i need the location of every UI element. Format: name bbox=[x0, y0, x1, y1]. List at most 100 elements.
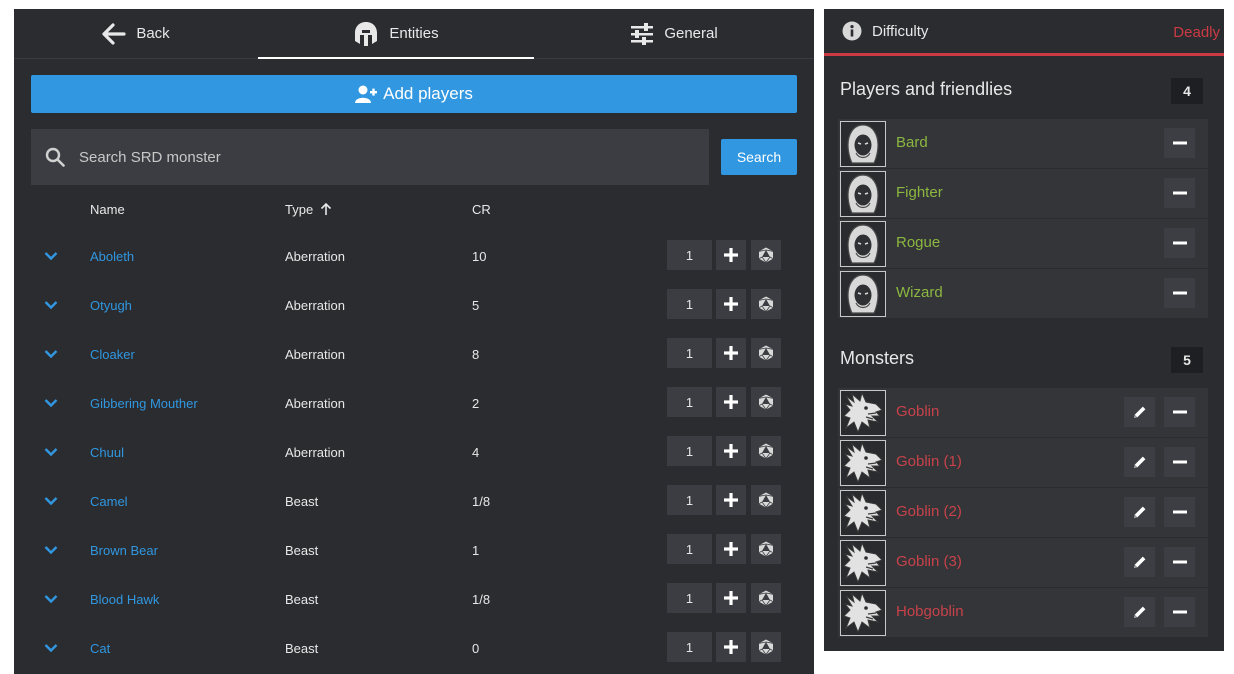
expand-row-button[interactable] bbox=[44, 591, 58, 609]
minus-icon bbox=[1172, 141, 1187, 145]
edit-monster-button[interactable] bbox=[1124, 397, 1155, 427]
monster-cr: 10 bbox=[472, 249, 487, 264]
remove-monster-button[interactable] bbox=[1164, 497, 1195, 527]
table-row: Cat Beast 0 1 bbox=[14, 626, 814, 674]
column-type-header[interactable]: Type bbox=[285, 202, 333, 217]
quantity-field[interactable]: 1 bbox=[667, 632, 712, 662]
quantity-field[interactable]: 1 bbox=[667, 338, 712, 368]
tab-general-label: General bbox=[664, 25, 718, 42]
quantity-field[interactable]: 1 bbox=[667, 436, 712, 466]
expand-row-button[interactable] bbox=[44, 444, 58, 462]
monster-type: Beast bbox=[285, 494, 319, 509]
player-avatar bbox=[840, 171, 886, 217]
remove-player-button[interactable] bbox=[1164, 228, 1195, 258]
roll-button[interactable] bbox=[751, 485, 781, 515]
quantity-field[interactable]: 1 bbox=[667, 240, 712, 270]
quantity-field[interactable]: 1 bbox=[667, 387, 712, 417]
edit-monster-button[interactable] bbox=[1124, 447, 1155, 477]
roll-button[interactable] bbox=[751, 240, 781, 270]
d20-icon bbox=[758, 492, 774, 508]
edit-monster-button[interactable] bbox=[1124, 597, 1155, 627]
column-name-label: Name bbox=[90, 202, 125, 217]
add-players-button[interactable]: Add players bbox=[31, 75, 797, 113]
expand-row-button[interactable] bbox=[44, 297, 58, 315]
encounter-panel: Difficulty Deadly Players and friendlies… bbox=[824, 9, 1224, 651]
roll-button[interactable] bbox=[751, 583, 781, 613]
plus-icon bbox=[724, 248, 738, 262]
expand-row-button[interactable] bbox=[44, 640, 58, 658]
entities-panel: Back Entities General Add players Search… bbox=[14, 9, 814, 674]
monster-name-link[interactable]: Blood Hawk bbox=[90, 592, 159, 607]
monster-name-link[interactable]: Camel bbox=[90, 494, 128, 509]
expand-row-button[interactable] bbox=[44, 493, 58, 511]
add-monster-button[interactable] bbox=[716, 289, 746, 319]
add-monster-button[interactable] bbox=[716, 338, 746, 368]
remove-monster-button[interactable] bbox=[1164, 547, 1195, 577]
difficulty-value: Deadly bbox=[1173, 24, 1220, 41]
quantity-field[interactable]: 1 bbox=[667, 289, 712, 319]
remove-monster-button[interactable] bbox=[1164, 447, 1195, 477]
remove-monster-button[interactable] bbox=[1164, 397, 1195, 427]
expand-row-button[interactable] bbox=[44, 542, 58, 560]
sort-arrow-up-icon bbox=[321, 203, 332, 215]
monster-name-link[interactable]: Chuul bbox=[90, 445, 124, 460]
monster-avatar bbox=[840, 590, 886, 636]
monster-name-link[interactable]: Gibbering Mouther bbox=[90, 396, 198, 411]
chevron-down-icon bbox=[44, 350, 58, 359]
monster-avatar bbox=[840, 540, 886, 586]
column-name-header[interactable]: Name bbox=[90, 202, 125, 217]
tab-general[interactable]: General bbox=[534, 9, 814, 58]
edit-monster-button[interactable] bbox=[1124, 497, 1155, 527]
search-input[interactable] bbox=[79, 148, 659, 166]
roll-button[interactable] bbox=[751, 632, 781, 662]
remove-player-button[interactable] bbox=[1164, 278, 1195, 308]
quantity-field[interactable]: 1 bbox=[667, 534, 712, 564]
hooded-figure-icon bbox=[847, 174, 879, 214]
roll-button[interactable] bbox=[751, 289, 781, 319]
edit-monster-button[interactable] bbox=[1124, 547, 1155, 577]
expand-row-button[interactable] bbox=[44, 395, 58, 413]
add-monster-button[interactable] bbox=[716, 632, 746, 662]
difficulty-header: Difficulty Deadly bbox=[824, 9, 1224, 56]
d20-icon bbox=[758, 590, 774, 606]
monster-type: Beast bbox=[285, 592, 319, 607]
player-row: Bard bbox=[838, 119, 1208, 169]
tab-back[interactable]: Back bbox=[14, 9, 258, 58]
expand-row-button[interactable] bbox=[44, 248, 58, 266]
monster-name-link[interactable]: Aboleth bbox=[90, 249, 134, 264]
monster-name-link[interactable]: Cloaker bbox=[90, 347, 135, 362]
add-monster-button[interactable] bbox=[716, 436, 746, 466]
add-monster-button[interactable] bbox=[716, 485, 746, 515]
table-row: Gibbering Mouther Aberration 2 1 bbox=[14, 381, 814, 430]
remove-monster-button[interactable] bbox=[1164, 597, 1195, 627]
table-row: Aboleth Aberration 10 1 bbox=[14, 234, 814, 283]
add-monster-button[interactable] bbox=[716, 583, 746, 613]
arrow-left-icon bbox=[102, 22, 126, 45]
expand-row-button[interactable] bbox=[44, 346, 58, 364]
search-button[interactable]: Search bbox=[721, 139, 797, 175]
add-monster-button[interactable] bbox=[716, 534, 746, 564]
chevron-down-icon bbox=[44, 448, 58, 457]
player-avatar bbox=[840, 221, 886, 267]
add-monster-button[interactable] bbox=[716, 240, 746, 270]
monster-name-link[interactable]: Brown Bear bbox=[90, 543, 158, 558]
monster-type: Aberration bbox=[285, 298, 345, 313]
chevron-down-icon bbox=[44, 497, 58, 506]
remove-player-button[interactable] bbox=[1164, 178, 1195, 208]
roll-button[interactable] bbox=[751, 534, 781, 564]
monster-row: Hobgoblin bbox=[838, 588, 1208, 638]
minus-icon bbox=[1172, 560, 1187, 564]
column-cr-header[interactable]: CR bbox=[472, 202, 491, 217]
monster-name-link[interactable]: Otyugh bbox=[90, 298, 132, 313]
d20-icon bbox=[758, 541, 774, 557]
monster-name-link[interactable]: Cat bbox=[90, 641, 110, 656]
quantity-field[interactable]: 1 bbox=[667, 485, 712, 515]
remove-player-button[interactable] bbox=[1164, 128, 1195, 158]
tab-entities[interactable]: Entities bbox=[258, 9, 534, 59]
roll-button[interactable] bbox=[751, 387, 781, 417]
quantity-field[interactable]: 1 bbox=[667, 583, 712, 613]
tab-bar: Back Entities General bbox=[14, 9, 814, 59]
roll-button[interactable] bbox=[751, 338, 781, 368]
add-monster-button[interactable] bbox=[716, 387, 746, 417]
roll-button[interactable] bbox=[751, 436, 781, 466]
